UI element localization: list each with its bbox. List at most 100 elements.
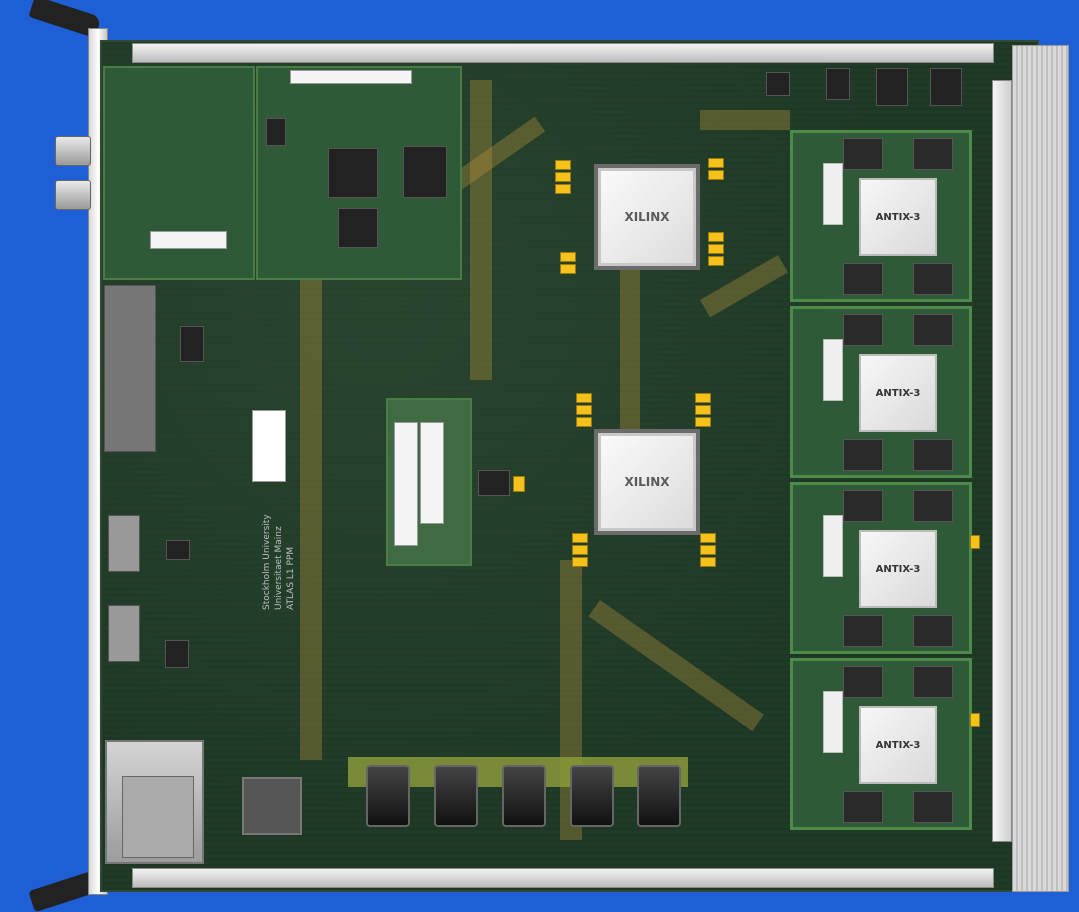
memory-chip: [843, 490, 883, 522]
memory-chip: [913, 138, 953, 170]
bottom-rail: [132, 868, 994, 888]
asic-chip: ANTIX-3: [859, 178, 937, 256]
white-label: [252, 410, 286, 482]
chip: [166, 540, 190, 560]
chip: [876, 68, 908, 106]
cpld-chip: [242, 777, 302, 835]
asic-brand-label: ANTIX-3: [875, 211, 921, 223]
capacitor: [555, 160, 571, 170]
capacitor: [695, 393, 711, 403]
backplane-connector: [1012, 45, 1069, 892]
capacitor: [700, 545, 716, 555]
barcode-sticker: [290, 70, 412, 84]
memory-chip: [913, 263, 953, 295]
capacitor: [555, 184, 571, 194]
optical-connector: [55, 136, 91, 166]
mezzanine-board-etc: [386, 398, 472, 566]
dcdc-converter-icon: [366, 765, 410, 827]
capacitor: [695, 405, 711, 415]
mezzanine-board-left: [103, 66, 255, 280]
capacitor: [970, 535, 980, 549]
fpga-chip-icon: XILINX: [598, 433, 696, 531]
capacitor: [576, 405, 592, 415]
label-sticker: [823, 691, 843, 753]
label-sticker: [420, 422, 444, 524]
capacitor: [560, 252, 576, 262]
memory-chip: [913, 615, 953, 647]
optical-connector: [55, 180, 91, 210]
chip: [766, 72, 790, 96]
dcdc-converter-icon: [570, 765, 614, 827]
capacitor: [708, 256, 724, 266]
memory-chip: [913, 439, 953, 471]
capacitor: [513, 476, 525, 492]
asic-brand-label: ANTIX-3: [875, 739, 921, 751]
jtag-connector: [108, 515, 140, 572]
asic-brand-label: ANTIX-3: [875, 563, 921, 575]
chip: [338, 208, 378, 248]
header-connector: [104, 285, 156, 452]
memory-chip: [843, 439, 883, 471]
fpga-brand-label: XILINX: [624, 210, 670, 224]
capacitor: [708, 170, 724, 180]
processor-module: ANTIX-3: [790, 482, 972, 654]
chip: [266, 118, 286, 146]
asic-chip: ANTIX-3: [859, 354, 937, 432]
capacitor: [572, 533, 588, 543]
trace: [620, 260, 640, 430]
jtag-connector: [108, 605, 140, 662]
asic-brand-label: ANTIX-3: [875, 387, 921, 399]
chip: [165, 640, 189, 668]
pcb-photo-scene: XILINX XILINX ANTIX-3 ANTIX-3 ANTIX-3 AN…: [0, 0, 1079, 912]
silkscreen-board-name: ATLAS L1 PPM: [286, 546, 296, 610]
label-sticker: [823, 339, 843, 401]
capacitor: [708, 232, 724, 242]
capacitor: [576, 393, 592, 403]
chip: [478, 470, 510, 496]
memory-chip: [843, 263, 883, 295]
processor-module: ANTIX-3: [790, 658, 972, 830]
dcdc-converter-icon: [637, 765, 681, 827]
memory-chip: [843, 138, 883, 170]
chip: [328, 148, 378, 198]
dcdc-converter-icon: [434, 765, 478, 827]
barcode-sticker: [150, 231, 227, 249]
capacitor: [560, 264, 576, 274]
fpga-chip-icon: XILINX: [598, 168, 696, 266]
capacitor: [695, 417, 711, 427]
label-sticker: [394, 422, 418, 546]
chip: [403, 146, 447, 198]
dcdc-converter-icon: [502, 765, 546, 827]
label-sticker: [823, 515, 843, 577]
asic-chip: ANTIX-3: [859, 530, 937, 608]
trace: [300, 280, 322, 760]
capacitor: [708, 158, 724, 168]
silkscreen-university-1: Stockholm University: [262, 514, 272, 610]
compactflash-card: [122, 776, 194, 858]
memory-chip: [843, 666, 883, 698]
memory-chip: [913, 791, 953, 823]
back-rail: [992, 80, 1012, 842]
memory-chip: [913, 314, 953, 346]
chip: [180, 326, 204, 362]
capacitor: [700, 557, 716, 567]
memory-chip: [843, 791, 883, 823]
label-sticker: [823, 163, 843, 225]
fpga-brand-label: XILINX: [624, 475, 670, 489]
capacitor: [970, 713, 980, 727]
processor-module: ANTIX-3: [790, 306, 972, 478]
processor-module: ANTIX-3: [790, 130, 972, 302]
chip: [930, 68, 962, 106]
top-rail: [132, 43, 994, 63]
trace: [470, 80, 492, 380]
chip: [826, 68, 850, 100]
silkscreen-university-2: Universitaet Mainz: [274, 526, 284, 610]
mezzanine-board-xilinx: [256, 66, 462, 280]
capacitor: [555, 172, 571, 182]
asic-chip: ANTIX-3: [859, 706, 937, 784]
capacitor: [572, 557, 588, 567]
trace: [700, 110, 790, 130]
memory-chip: [913, 666, 953, 698]
memory-chip: [843, 314, 883, 346]
capacitor: [572, 545, 588, 555]
